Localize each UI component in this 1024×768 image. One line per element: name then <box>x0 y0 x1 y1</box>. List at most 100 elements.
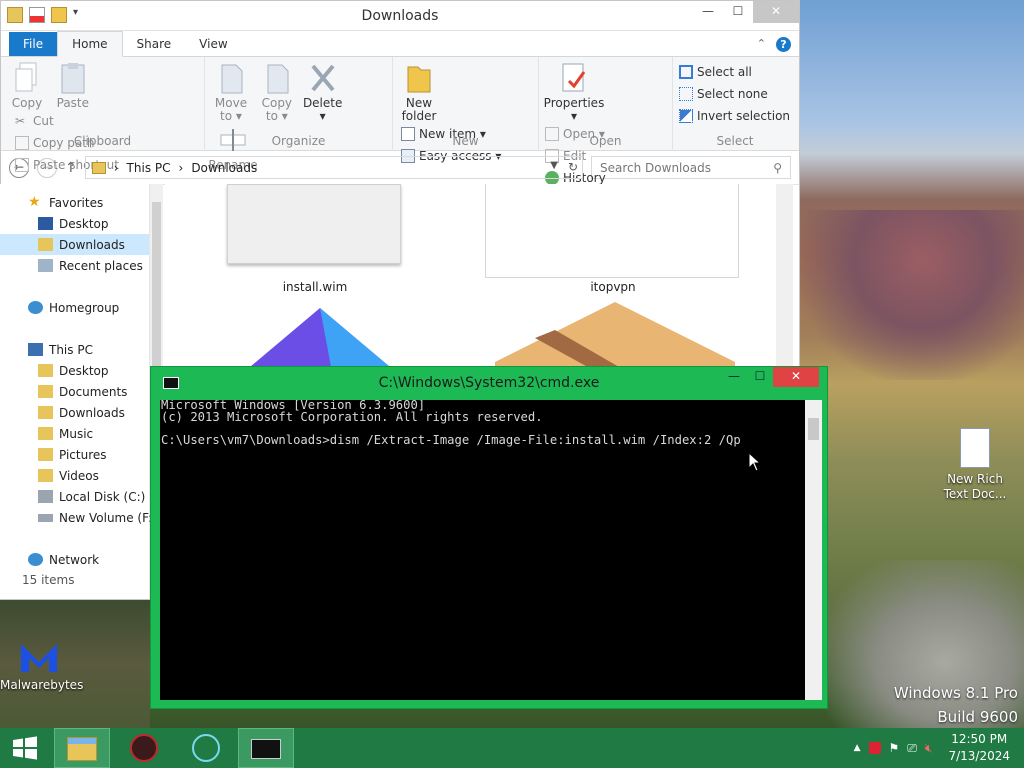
copy-icon <box>12 61 42 95</box>
tab-view[interactable]: View <box>185 32 241 56</box>
file-item-install-wim[interactable]: install.wim <box>227 184 403 294</box>
security-tray-icon[interactable] <box>868 742 881 754</box>
refresh-icon[interactable]: ↻ <box>568 160 578 174</box>
windows-logo-icon <box>13 736 37 760</box>
nav-pc-pictures[interactable]: Pictures <box>0 444 149 465</box>
network-icon <box>28 553 43 566</box>
nav-pc-desktop[interactable]: Desktop <box>0 360 149 381</box>
folder-icon <box>38 469 53 482</box>
taskbar: ▲ ⚑ ⎚ 🔇︎ 12:50 PM 7/13/2024 <box>0 728 1024 768</box>
nav-label: Downloads <box>59 405 125 420</box>
cmd-window[interactable]: C:\Windows\System32\cmd.exe — ☐ ✕ Micros… <box>150 366 828 709</box>
search-input[interactable]: Search Downloads ⚲ <box>591 156 791 179</box>
address-box[interactable]: › This PC › Downloads ▼ ↻ <box>84 156 583 179</box>
open-group: Properties ▾ Open ▾ Edit History Open <box>539 57 673 185</box>
select-none-button[interactable]: Select none <box>679 83 791 105</box>
cut-button[interactable]: ✂ Cut <box>15 110 119 132</box>
new-folder-button[interactable]: New folder <box>399 61 439 123</box>
nav-label: Downloads <box>59 237 125 252</box>
breadcrumb-separator: › <box>178 160 184 175</box>
flag-icon[interactable]: ⚑ <box>889 741 900 755</box>
organize-group: Move to ▾ Copy to ▾ Delete ▾ Rename Orga… <box>205 57 393 172</box>
tab-home[interactable]: Home <box>57 31 123 57</box>
taskbar-cmd[interactable] <box>238 728 294 768</box>
properties-icon <box>559 61 589 95</box>
nav-pc-new-volume[interactable]: New Volume (F:) <box>0 507 157 528</box>
nav-label: Desktop <box>59 363 109 378</box>
paste-button[interactable]: Paste <box>53 61 93 110</box>
nav-label: Documents <box>59 384 128 399</box>
new-group: New folder New item ▾ Easy access ▾ New <box>393 57 539 163</box>
drive-icon <box>38 490 53 503</box>
network-tray-icon[interactable]: ⎚ <box>907 741 917 756</box>
cmd-titlebar[interactable]: C:\Windows\System32\cmd.exe — ☐ ✕ <box>151 367 827 400</box>
breadcrumb-separator: › <box>113 160 119 175</box>
collapse-ribbon-icon[interactable]: ⌃ <box>757 37 766 52</box>
cmd-scrollbar[interactable] <box>805 400 822 700</box>
close-button[interactable]: ✕ <box>753 1 799 23</box>
downloads-folder-icon <box>38 238 53 251</box>
nav-pc-documents[interactable]: Documents <box>0 381 149 402</box>
cmd-close-button[interactable]: ✕ <box>773 367 819 387</box>
taskbar-file-explorer[interactable] <box>54 728 110 768</box>
mouse-cursor-icon <box>748 451 762 475</box>
cmd-scrollbar-thumb[interactable] <box>808 418 819 440</box>
delete-x-icon <box>308 61 338 95</box>
nav-fav-downloads[interactable]: Downloads <box>0 234 149 255</box>
invert-selection-button[interactable]: Invert selection <box>679 105 791 127</box>
chevron-down-icon[interactable]: ▼ <box>550 160 558 171</box>
copy-to-label: Copy to ▾ <box>261 96 293 123</box>
volume-muted-icon[interactable]: 🔇︎ <box>925 741 933 756</box>
copy-label: Copy <box>11 96 43 110</box>
nav-pc-local-disk[interactable]: Local Disk (C:) <box>0 486 149 507</box>
help-icon[interactable]: ? <box>776 37 791 52</box>
nav-fav-recent[interactable]: Recent places <box>0 255 149 276</box>
copy-to-button[interactable]: Copy to ▾ <box>257 61 297 123</box>
address-bar-row: ← → ↑ › This PC › Downloads ▼ ↻ Search D… <box>1 151 799 185</box>
desktop-icon-malwarebytes[interactable]: Malwarebytes <box>0 636 83 692</box>
nav-pc-videos[interactable]: Videos <box>0 465 149 486</box>
cmd-maximize-button[interactable]: ☐ <box>747 367 773 387</box>
cut-label: Cut <box>33 114 54 128</box>
nav-pc-music[interactable]: Music <box>0 423 149 444</box>
clipboard-group-label: Clipboard <box>73 134 132 148</box>
file-item-itopvpn[interactable]: itopvpn <box>485 184 741 294</box>
minimize-button[interactable]: — <box>693 1 723 23</box>
folder-icon <box>38 448 53 461</box>
invert-selection-label: Invert selection <box>697 109 791 123</box>
clock[interactable]: 12:50 PM 7/13/2024 <box>948 731 1010 765</box>
properties-button[interactable]: Properties ▾ <box>544 61 604 123</box>
copy-button[interactable]: Copy <box>7 61 47 110</box>
delete-button[interactable]: Delete ▾ <box>303 61 343 123</box>
tab-share[interactable]: Share <box>123 32 186 56</box>
console-output[interactable]: Microsoft Windows [Version 6.3.9600] (c) … <box>160 400 805 700</box>
select-all-icon <box>679 65 693 79</box>
nav-this-pc[interactable]: This PC <box>0 339 149 360</box>
taskbar-vpn[interactable] <box>178 728 234 768</box>
maximize-button[interactable]: ☐ <box>723 1 753 23</box>
nav-favorites[interactable]: ★ Favorites <box>0 192 149 213</box>
desktop-icon-rtf[interactable]: New Rich Text Doc... <box>942 428 1008 502</box>
paste-shortcut-icon <box>15 158 29 172</box>
select-all-label: Select all <box>697 65 752 79</box>
cmd-minimize-button[interactable]: — <box>721 367 747 387</box>
computer-icon <box>28 343 43 356</box>
rich-text-document-icon <box>960 428 990 468</box>
clock-time: 12:50 PM <box>951 732 1008 746</box>
nav-homegroup[interactable]: Homegroup <box>0 297 149 318</box>
taskbar-antivirus[interactable] <box>116 728 172 768</box>
nav-network[interactable]: Network <box>0 549 149 570</box>
breadcrumb-downloads[interactable]: Downloads <box>191 161 257 175</box>
start-button[interactable] <box>0 728 50 768</box>
move-to-button[interactable]: Move to ▾ <box>211 61 251 123</box>
select-all-button[interactable]: Select all <box>679 61 791 83</box>
nav-label: Local Disk (C:) <box>59 489 146 504</box>
nav-pc-downloads[interactable]: Downloads <box>0 402 149 423</box>
explorer-titlebar[interactable]: ▾ Downloads — ☐ ✕ <box>1 1 799 31</box>
clock-date: 7/13/2024 <box>948 749 1010 763</box>
tab-file[interactable]: File <box>9 32 58 56</box>
file-thumbnail-icon <box>485 184 739 278</box>
nav-fav-desktop[interactable]: Desktop <box>0 213 149 234</box>
chevron-up-icon[interactable]: ▲ <box>854 743 861 753</box>
breadcrumb-this-pc[interactable]: This PC <box>127 161 171 175</box>
